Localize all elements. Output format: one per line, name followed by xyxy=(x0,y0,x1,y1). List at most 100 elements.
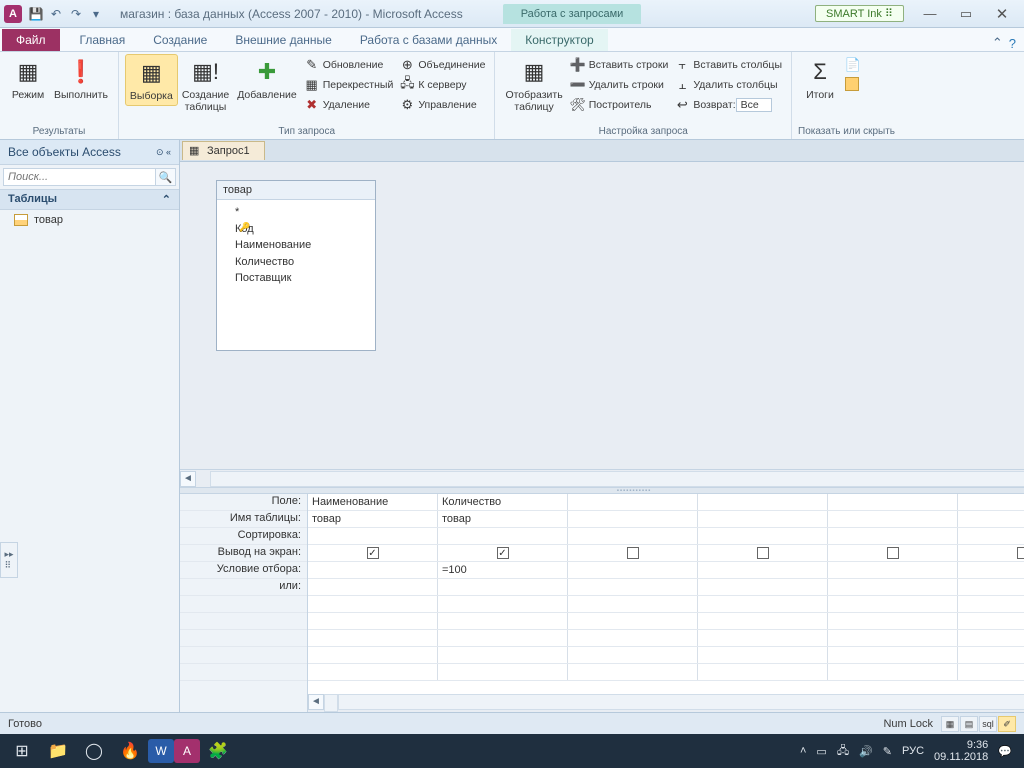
grid-cell[interactable] xyxy=(698,664,828,680)
grid-cell[interactable] xyxy=(308,596,438,612)
delete-button[interactable]: ✖Удаление xyxy=(301,96,397,114)
tray-clock[interactable]: 9:36 09.11.2018 xyxy=(934,739,988,763)
checkbox[interactable] xyxy=(1017,547,1024,559)
passthrough-button[interactable]: 🖧К серверу xyxy=(396,76,488,94)
tab-create[interactable]: Создание xyxy=(139,29,221,51)
document-tab[interactable]: ▦ Запрос1 xyxy=(182,141,265,160)
view-button[interactable]: ▦Режим xyxy=(6,54,50,104)
checkbox[interactable] xyxy=(627,547,639,559)
datadef-button[interactable]: ⚙Управление xyxy=(396,96,488,114)
grid-cell[interactable] xyxy=(958,545,1024,561)
explorer-icon[interactable]: 📁 xyxy=(40,737,76,765)
grid-cell[interactable] xyxy=(308,579,438,595)
flame-icon[interactable]: 🔥 xyxy=(112,737,148,765)
grid-cell[interactable] xyxy=(568,647,698,663)
grid-cell[interactable] xyxy=(958,511,1024,527)
delete-cols-button[interactable]: ⫠Удалить столбцы xyxy=(671,76,785,94)
union-button[interactable]: ⊕Объединение xyxy=(396,56,488,74)
grid-cell[interactable] xyxy=(828,494,958,510)
view-datasheet-button[interactable]: ▦ xyxy=(941,716,959,732)
grid-cell[interactable]: товар xyxy=(438,511,568,527)
grid-cell[interactable] xyxy=(828,528,958,544)
grid-cell[interactable] xyxy=(698,511,828,527)
grid-cell[interactable] xyxy=(438,613,568,629)
start-button[interactable]: ⊞ xyxy=(4,737,40,765)
shutter-handle[interactable]: ▸▸⠿ xyxy=(0,542,18,578)
grid-cell[interactable] xyxy=(308,528,438,544)
totals-button[interactable]: ΣИтоги xyxy=(798,54,842,104)
field-star[interactable]: * xyxy=(235,204,373,221)
grid-cell[interactable] xyxy=(568,494,698,510)
tray-notifications-icon[interactable]: 💬 xyxy=(998,745,1012,758)
grid-cell[interactable] xyxy=(958,647,1024,663)
search-button[interactable]: 🔍 xyxy=(156,168,176,186)
field-kod[interactable]: Код xyxy=(235,221,373,238)
grid-cell[interactable] xyxy=(308,647,438,663)
file-tab[interactable]: Файл xyxy=(2,29,60,51)
grid-cell[interactable] xyxy=(828,630,958,646)
access-icon[interactable]: A xyxy=(174,739,200,763)
grid-cell[interactable] xyxy=(958,630,1024,646)
grid-cell[interactable] xyxy=(438,647,568,663)
append-button[interactable]: ✚Добавление xyxy=(233,54,301,104)
table-field-list[interactable]: товар * Код Наименование Количество Пост… xyxy=(216,180,376,351)
scroll-left-icon[interactable]: ◄ xyxy=(308,694,324,710)
field-postavshchik[interactable]: Поставщик xyxy=(235,270,373,287)
tray-network-icon[interactable]: 🖧 xyxy=(837,742,849,761)
chrome-icon[interactable]: ◯ xyxy=(76,737,112,765)
grid-cell[interactable] xyxy=(308,562,438,578)
grid-cell[interactable] xyxy=(568,545,698,561)
nav-header[interactable]: Все объекты Access ⊙ « xyxy=(0,140,179,165)
grid-cell[interactable] xyxy=(958,579,1024,595)
grid-cell[interactable] xyxy=(958,528,1024,544)
grid-cell[interactable] xyxy=(698,528,828,544)
grid-cell[interactable] xyxy=(698,562,828,578)
grid-cell[interactable] xyxy=(438,579,568,595)
window-restore-button[interactable]: ▭ xyxy=(952,4,980,24)
qat-redo-icon[interactable]: ↷ xyxy=(67,5,85,23)
field-kolichestvo[interactable]: Количество xyxy=(235,254,373,271)
scroll-left-icon[interactable]: ◄ xyxy=(180,471,196,487)
tab-external[interactable]: Внешние данные xyxy=(221,29,346,51)
grid-cell[interactable] xyxy=(698,613,828,629)
grid-cell[interactable] xyxy=(308,664,438,680)
grid-cell[interactable] xyxy=(568,579,698,595)
tray-up-icon[interactable]: ˄ xyxy=(800,745,806,757)
nav-category-tables[interactable]: Таблицы⌃ xyxy=(0,189,179,210)
showtable-button[interactable]: ▦Отобразить таблицу xyxy=(501,54,566,115)
grid-cell[interactable] xyxy=(828,613,958,629)
query-designer-upper[interactable]: товар * Код Наименование Количество Пост… xyxy=(180,162,1024,469)
grid-cell[interactable] xyxy=(958,562,1024,578)
qat-save-icon[interactable]: 💾 xyxy=(27,5,45,23)
pane-splitter[interactable]: ▪▪▪▪▪▪▪▪▪▪▪ xyxy=(180,487,1024,494)
grid-cell[interactable]: товар xyxy=(308,511,438,527)
grid-cell[interactable] xyxy=(698,494,828,510)
grid-cell[interactable] xyxy=(698,579,828,595)
grid-cell[interactable] xyxy=(308,630,438,646)
tab-home[interactable]: Главная xyxy=(66,29,140,51)
qat-more-icon[interactable]: ▾ xyxy=(87,5,105,23)
return-selector[interactable]: ↩Возврат: Все xyxy=(671,96,785,114)
chevron-down-icon[interactable]: ⊙ « xyxy=(156,147,171,158)
grid-cell[interactable] xyxy=(568,528,698,544)
grid-cell[interactable] xyxy=(438,596,568,612)
grid-cell[interactable]: ✓ xyxy=(308,545,438,561)
window-minimize-button[interactable]: — xyxy=(916,4,944,24)
grid-cell[interactable] xyxy=(568,511,698,527)
grid-cell[interactable] xyxy=(568,613,698,629)
tray-volume-icon[interactable]: 🔊 xyxy=(859,745,873,758)
grid-cell[interactable] xyxy=(828,596,958,612)
grid-cell[interactable] xyxy=(958,664,1024,680)
grid-cell[interactable] xyxy=(698,596,828,612)
propsheet-button[interactable] xyxy=(842,76,867,92)
select-query-button[interactable]: ▦Выборка xyxy=(125,54,178,106)
maketable-button[interactable]: ▦!Создание таблицы xyxy=(178,54,233,115)
params-button[interactable]: 📄 xyxy=(842,56,867,74)
tab-database[interactable]: Работа с базами данных xyxy=(346,29,511,51)
window-close-button[interactable]: ✕ xyxy=(988,4,1016,24)
crosstab-button[interactable]: ▦Перекрестный xyxy=(301,76,397,94)
insert-rows-button[interactable]: ➕Вставить строки xyxy=(567,56,672,74)
checkbox[interactable] xyxy=(887,547,899,559)
ribbon-minimize-icon[interactable]: ⌃ xyxy=(992,35,1003,51)
word-icon[interactable]: W xyxy=(148,739,174,763)
